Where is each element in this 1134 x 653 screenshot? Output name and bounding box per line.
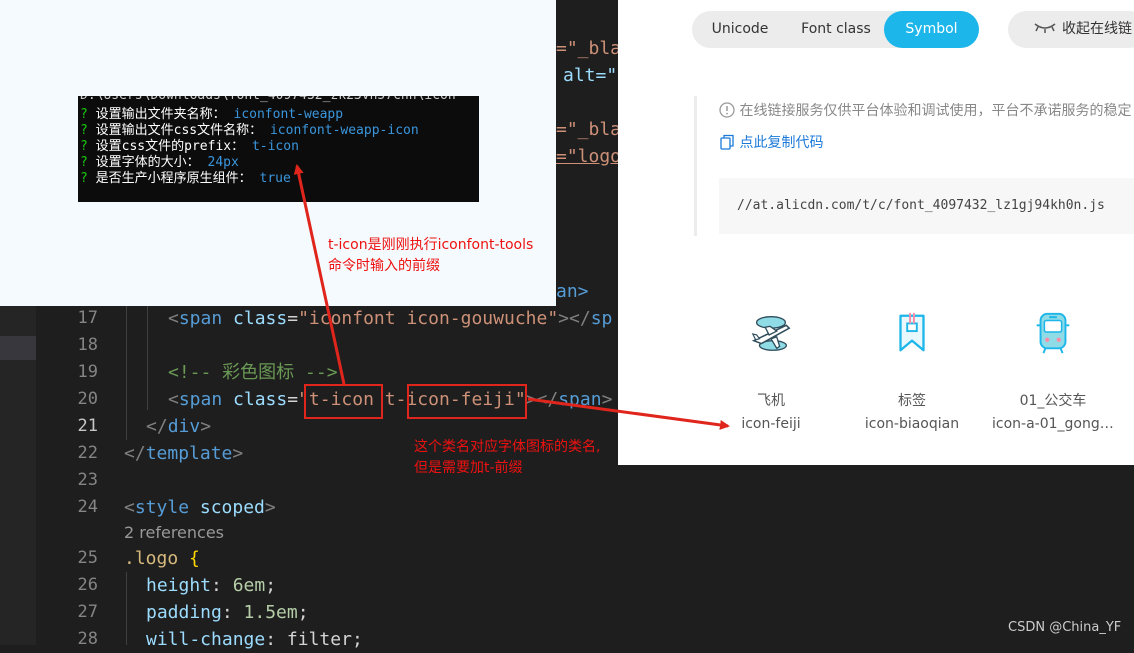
- arrow-to-terminal-prefix: [293, 164, 346, 385]
- annotation-arrows: [293, 164, 730, 430]
- arrow-to-icon-feiji: [527, 397, 730, 430]
- watermark: CSDN @China_YF: [1008, 620, 1122, 635]
